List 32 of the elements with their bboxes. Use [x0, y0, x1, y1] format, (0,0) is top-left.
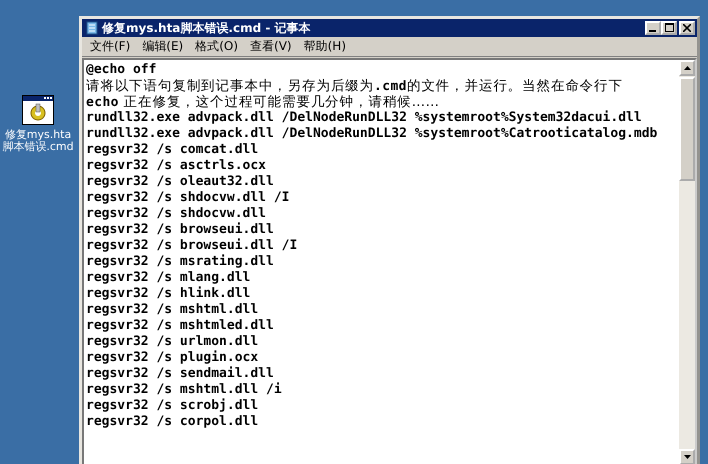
text-line: regsvr32 /s browseui.dll /I	[86, 238, 298, 254]
text-line: regsvr32 /s browseui.dll	[86, 222, 275, 238]
menu-item[interactable]: 格式(O)	[189, 38, 244, 55]
text-line: regsvr32 /s oleaut32.dll	[86, 174, 275, 190]
menu-item[interactable]: 查看(V)	[244, 38, 298, 55]
window-title: 修复mys.hta脚本错误.cmd - 记事本	[102, 20, 312, 36]
text-line: regsvr32 /s corpol.dll	[86, 414, 260, 430]
text-line: regsvr32 /s mlang.dll	[86, 270, 252, 286]
text-line: regsvr32 /s mshtmled.dll	[86, 318, 275, 334]
menu-item[interactable]: 编辑(E)	[136, 38, 190, 55]
text-line: regsvr32 /s shdocvw.dll /I	[86, 190, 290, 206]
text-line: rundll32.exe advpack.dll /DelNodeRunDLL32 %systemroot%System32dacui.dll	[86, 110, 643, 126]
text-line: regsvr32 /s urlmon.dll	[86, 334, 260, 350]
text-line: regsvr32 /s scrobj.dll	[86, 398, 260, 414]
menu-item[interactable]: 文件(F)	[84, 38, 136, 55]
text-line: regsvr32 /s shdocvw.dll	[86, 206, 268, 222]
icon-label: 修复mys.hta	[4, 129, 72, 141]
text-line: regsvr32 /s msrating.dll	[86, 254, 275, 270]
text-line: regsvr32 /s mshtml.dll /i	[86, 382, 283, 398]
text-line: regsvr32 /s sendmail.dll	[86, 366, 275, 382]
text-line: rundll32.exe advpack.dll /DelNodeRunDLL32 %systemroot%Catrooticatalog.mdb	[86, 126, 658, 142]
text-line: echo 正在修复，这个过程可能需要几分钟，请稍候……	[86, 94, 440, 110]
text-line: regsvr32 /s plugin.ocx	[86, 350, 260, 366]
desktop-icon[interactable]: 修复mys.hta 脚本错误.cmd	[0, 95, 76, 153]
text-line: regsvr32 /s comcat.dll	[86, 142, 260, 158]
text-line: 请将以下语句复制到记事本中，另存为后缀为.cmd的文件，并运行。当然在命令行下	[86, 78, 624, 94]
menu-item[interactable]: 帮助(H)	[298, 38, 352, 55]
text-line: regsvr32 /s asctrls.ocx	[86, 158, 268, 174]
text-line: @echo off	[86, 62, 158, 78]
text-line: regsvr32 /s hlink.dll	[86, 286, 252, 302]
icon-label: 脚本错误.cmd	[2, 141, 74, 153]
text-line: regsvr32 /s mshtml.dll	[86, 302, 260, 318]
